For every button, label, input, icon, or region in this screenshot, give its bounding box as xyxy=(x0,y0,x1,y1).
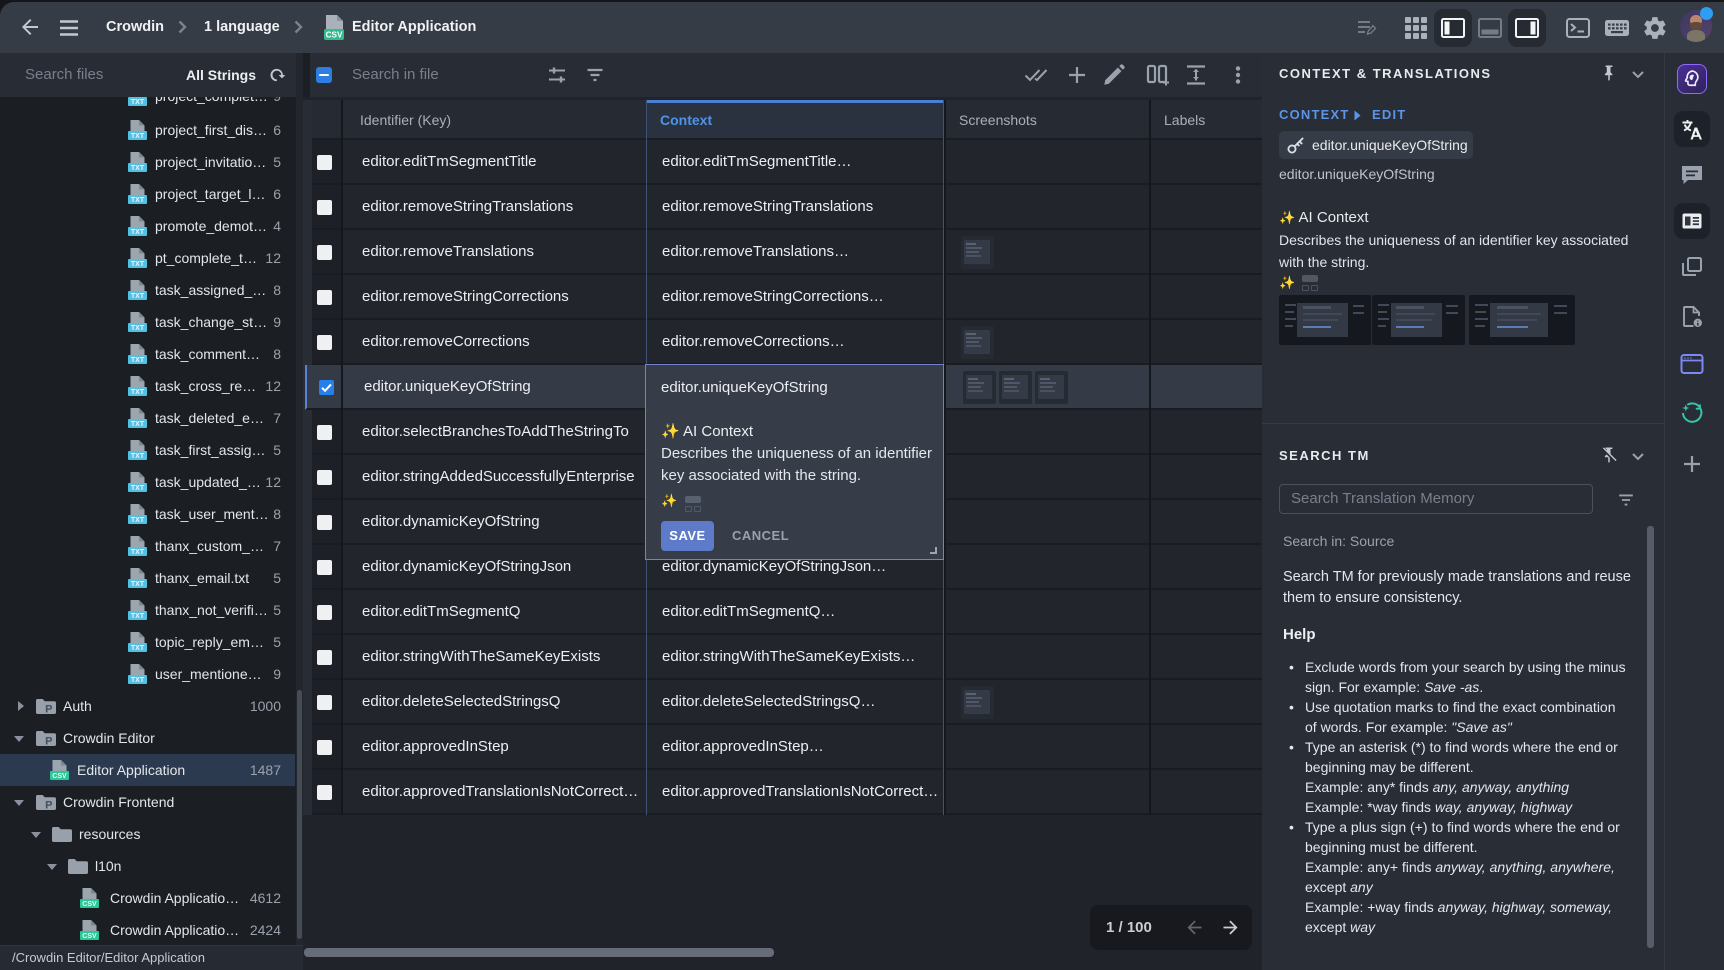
svg-text:TXT: TXT xyxy=(131,357,145,364)
svg-text:TXT: TXT xyxy=(131,677,145,684)
svg-text:TXT: TXT xyxy=(131,133,145,140)
svg-text:TXT: TXT xyxy=(131,389,145,396)
svg-text:TXT: TXT xyxy=(131,99,145,106)
svg-text:TXT: TXT xyxy=(131,421,145,428)
svg-text:TXT: TXT xyxy=(131,165,145,172)
svg-text:TXT: TXT xyxy=(131,325,145,332)
svg-text:TXT: TXT xyxy=(131,293,145,300)
svg-text:TXT: TXT xyxy=(131,645,145,652)
svg-text:TXT: TXT xyxy=(131,517,145,524)
svg-text:TXT: TXT xyxy=(131,453,145,460)
svg-text:TXT: TXT xyxy=(131,549,145,556)
svg-text:TXT: TXT xyxy=(131,229,145,236)
svg-text:CSV: CSV xyxy=(326,31,343,40)
svg-text:P: P xyxy=(45,800,52,811)
svg-text:P: P xyxy=(45,736,52,747)
svg-text:TXT: TXT xyxy=(131,197,145,204)
svg-text:TXT: TXT xyxy=(131,613,145,620)
svg-text:TXT: TXT xyxy=(131,485,145,492)
svg-text:CSV: CSV xyxy=(52,773,67,780)
svg-text:P: P xyxy=(45,704,52,715)
svg-text:TXT: TXT xyxy=(131,581,145,588)
svg-text:TXT: TXT xyxy=(131,261,145,268)
svg-text:CSV: CSV xyxy=(82,901,97,908)
svg-text:CSV: CSV xyxy=(82,933,97,940)
